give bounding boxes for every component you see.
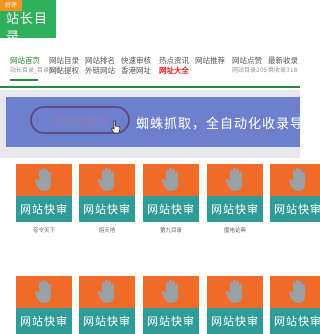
card-label: 网站快审 bbox=[274, 203, 320, 216]
card-bottom: 网站快审 bbox=[79, 196, 135, 222]
card-label: 网站快审 bbox=[83, 315, 131, 328]
card-top bbox=[79, 276, 135, 308]
nav-col-3: 网站排名 外链网站 bbox=[85, 56, 115, 76]
card-label: 网站快审 bbox=[147, 203, 195, 216]
nav-item-fast-review[interactable]: 快速审核 bbox=[121, 56, 151, 66]
card-top bbox=[143, 276, 199, 308]
card-bottom: 网站快审 bbox=[207, 196, 263, 222]
logo-ribbon: 好评 bbox=[0, 0, 22, 11]
hand-icon bbox=[225, 280, 242, 303]
pointer-hand-icon bbox=[110, 120, 121, 134]
card-bottom: 网站快审 bbox=[143, 308, 199, 334]
hand-icon bbox=[288, 280, 305, 303]
hand-icon bbox=[161, 168, 178, 191]
card-top bbox=[270, 276, 320, 308]
nav-stat-total: 共收录318 bbox=[268, 67, 298, 74]
nav-col-4: 快速审核 香港网址 bbox=[121, 56, 151, 76]
card-label: 网站快审 bbox=[20, 203, 68, 216]
hand-icon bbox=[34, 168, 51, 191]
banner-slogan: 蜘蛛抓取，全自动化收录导航 bbox=[136, 117, 300, 132]
card-top bbox=[143, 164, 199, 196]
nav-item-latest[interactable]: 最新收录 bbox=[268, 56, 298, 66]
hand-icon bbox=[225, 168, 242, 191]
nav-item-recommend[interactable]: 网站推荐 bbox=[195, 56, 225, 66]
nav-item-hk-sites[interactable]: 香港网址 bbox=[121, 66, 151, 76]
card-bottom: 网站快审 bbox=[16, 308, 72, 334]
card-top bbox=[79, 164, 135, 196]
nav-item-directory[interactable]: 网站目录 bbox=[49, 56, 79, 66]
card-top bbox=[207, 276, 263, 308]
card-site-name[interactable]: 第九目录 bbox=[143, 226, 199, 234]
card-top bbox=[16, 276, 72, 308]
card-label: 网站快审 bbox=[211, 315, 259, 328]
site-logo[interactable]: 好评 站长目录 bbox=[0, 0, 56, 45]
card-top bbox=[16, 164, 72, 196]
nav-col-8: 最新收录 共收录318 bbox=[268, 56, 298, 76]
card-top bbox=[207, 164, 263, 196]
banner-image[interactable]: 优站中国站 蜘蛛抓取，全自动化收录导航 bbox=[6, 97, 300, 147]
logo-text: 站长目录 bbox=[6, 12, 49, 45]
card-bottom: 网站快审 bbox=[207, 308, 263, 334]
hand-icon bbox=[97, 168, 114, 191]
card-label: 网站快审 bbox=[211, 203, 259, 216]
card-label: 网站快审 bbox=[147, 315, 195, 328]
nav-item-backlinks[interactable]: 外链网站 bbox=[85, 66, 115, 76]
site-header: 好评 站长目录 bbox=[0, 0, 300, 54]
hand-icon bbox=[161, 280, 178, 303]
nav-active-underline bbox=[10, 79, 38, 81]
nav-col-6: 网站推荐 bbox=[195, 56, 225, 66]
card-site-name[interactable]: 魔电论典 bbox=[207, 226, 263, 234]
nav-col-5: 热点资讯 网址大全 bbox=[159, 56, 189, 76]
nav-item-boost[interactable]: 网站提权 bbox=[49, 66, 79, 76]
hand-icon bbox=[97, 280, 114, 303]
nav-item-ranking[interactable]: 网站排名 bbox=[85, 56, 115, 66]
card-label: 网站快审 bbox=[83, 203, 131, 216]
nav-item-news[interactable]: 热点资讯 bbox=[159, 56, 189, 66]
hand-icon bbox=[34, 280, 51, 303]
card-top bbox=[270, 164, 320, 196]
card-site-name[interactable]: 夸令天下 bbox=[16, 226, 72, 234]
nav-col-2: 网站目录 网站提权 bbox=[49, 56, 79, 76]
card-bottom: 网站快审 bbox=[270, 196, 320, 222]
card-bottom: 网站快审 bbox=[270, 308, 320, 334]
card-site-name[interactable]: 熔天地 bbox=[79, 226, 135, 234]
nav-item-site-collection[interactable]: 网址大全 bbox=[159, 66, 189, 76]
header-divider bbox=[0, 86, 300, 88]
promo-banner: 优站中国站 蜘蛛抓取，全自动化收录导航 bbox=[0, 90, 300, 158]
card-label: 网站快审 bbox=[20, 315, 68, 328]
card-bottom: 网站快审 bbox=[143, 196, 199, 222]
hand-icon bbox=[288, 168, 305, 191]
card-bottom: 网站快审 bbox=[16, 196, 72, 222]
main-nav: 网站首页 站长目录_目录系统 网站目录 网站提权 网站排名 外链网站 快速审核 … bbox=[0, 56, 300, 84]
card-label: 网站快审 bbox=[274, 315, 320, 328]
card-bottom: 网站快审 bbox=[79, 308, 135, 334]
